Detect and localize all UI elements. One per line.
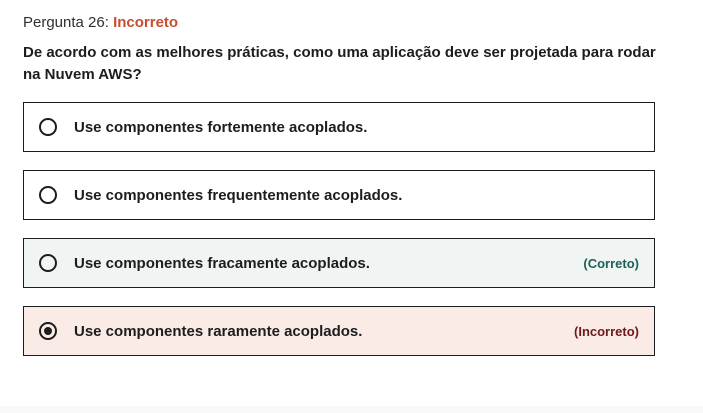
answer-option-4[interactable]: Use componentes raramente acoplados. (In…	[23, 306, 655, 356]
question-text: De acordo com as melhores práticas, como…	[23, 44, 656, 83]
answer-option-label: Use componentes fracamente acoplados.	[74, 254, 370, 272]
answer-option-label: Use componentes frequentemente acoplados…	[74, 186, 403, 204]
answer-option-label: Use componentes raramente acoplados.	[74, 322, 363, 340]
quiz-result-page: Pergunta 26: Incorreto De acordo com as …	[0, 0, 703, 413]
bottom-divider	[0, 406, 703, 413]
radio-button-selected-icon[interactable]	[39, 322, 57, 340]
radio-button-icon[interactable]	[39, 118, 57, 136]
result-status: Incorreto	[113, 14, 179, 31]
answer-option-label: Use componentes fortemente acoplados.	[74, 118, 368, 136]
question-header: Pergunta 26: Incorreto	[23, 13, 178, 33]
answer-option-1[interactable]: Use componentes fortemente acoplados.	[23, 102, 655, 152]
answer-option-3[interactable]: Use componentes fracamente acoplados. (C…	[23, 238, 655, 288]
incorrect-feedback-label: (Incorreto)	[574, 323, 639, 339]
question-number-label: Pergunta 26:	[23, 14, 109, 31]
answer-option-2[interactable]: Use componentes frequentemente acoplados…	[23, 170, 655, 220]
radio-button-icon[interactable]	[39, 254, 57, 272]
radio-button-icon[interactable]	[39, 186, 57, 204]
correct-feedback-label: (Correto)	[583, 255, 639, 271]
